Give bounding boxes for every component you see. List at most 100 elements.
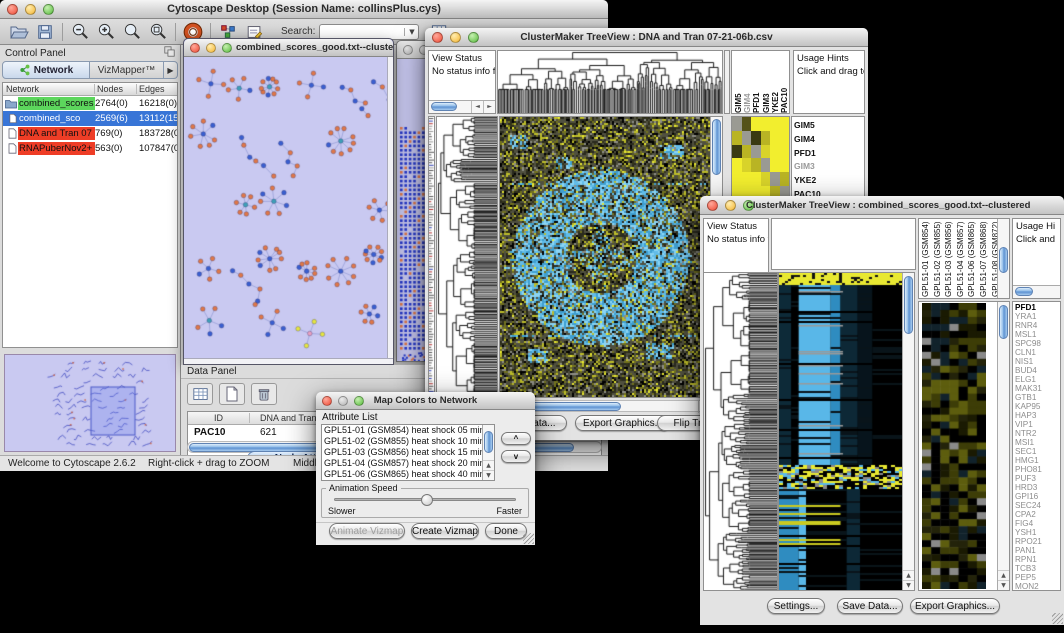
heatmap-cell[interactable] (780, 145, 790, 159)
heatmap-cell[interactable] (742, 117, 752, 131)
zoom-heatmap[interactable] (731, 116, 790, 204)
create-vizmap-button[interactable]: Create Vizmap (411, 523, 479, 539)
zoom-in-icon[interactable] (93, 21, 119, 43)
list-item[interactable]: GPL51-06 (GSM865) heat shock 40 min (322, 469, 494, 480)
close-icon[interactable] (403, 45, 413, 55)
heatmap-cell[interactable] (742, 172, 752, 186)
zoom-selected-icon[interactable] (145, 21, 171, 43)
global-heatmap[interactable]: ▲ ▼ (778, 272, 915, 591)
heatmap-cell[interactable] (742, 131, 752, 145)
tab-network[interactable]: Network (2, 61, 90, 79)
heatmap-cell[interactable] (770, 131, 780, 145)
tab-overflow-arrow[interactable]: ▶ (164, 61, 178, 79)
heatmap-cell[interactable] (761, 117, 771, 131)
list-item[interactable]: GPL51-07 (GSM868) heat shock 60 min (322, 480, 494, 481)
scroll-down-icon[interactable]: ▼ (483, 470, 494, 480)
heatmap-cell[interactable] (770, 158, 780, 172)
heatmap-cell[interactable] (732, 131, 742, 145)
attribute-listbox[interactable]: GPL51-01 (GSM854) heat shock 05 minGPL51… (321, 424, 495, 481)
heatmap-cell[interactable] (780, 158, 790, 172)
heatmap-cell[interactable] (770, 117, 780, 131)
heatmap-cell[interactable] (742, 145, 752, 159)
slider-thumb[interactable] (421, 494, 433, 506)
heatmap-cell[interactable] (751, 131, 761, 145)
column-label-vscrollbar[interactable] (997, 219, 1009, 298)
heatmap-cell[interactable] (780, 172, 790, 186)
heatmap-cell[interactable] (770, 172, 780, 186)
heatmap-cell[interactable] (761, 131, 771, 145)
usage-hints-scrollbar[interactable] (1013, 285, 1060, 298)
table-row[interactable]: RNAPuberNov2+563(0)107847(0) (3, 141, 177, 156)
heatmap-cell[interactable] (732, 158, 742, 172)
column-dendrogram[interactable] (771, 218, 916, 270)
new-attribute-icon[interactable] (219, 383, 245, 405)
row-dendrogram[interactable] (703, 272, 778, 591)
col-header-edges[interactable]: Edges (137, 84, 177, 94)
column-scroll-strip[interactable] (724, 50, 730, 114)
col-header-nodes[interactable]: Nodes (95, 84, 137, 94)
col-header-network[interactable]: Network (3, 84, 95, 94)
tab-vizmapper[interactable]: VizMapper™ (90, 61, 164, 79)
scroll-up-icon[interactable]: ▲ (903, 570, 914, 580)
scroll-right-icon[interactable]: ► (483, 101, 495, 113)
open-file-icon[interactable] (6, 21, 32, 43)
heatmap-vscrollbar[interactable]: ▲ ▼ (902, 273, 914, 590)
scroll-left-icon[interactable]: ◄ (471, 101, 483, 113)
move-down-button[interactable]: v (501, 450, 531, 463)
heatmap-cell[interactable] (761, 158, 771, 172)
heatmap-cell[interactable] (751, 117, 761, 131)
table-row[interactable]: DNA and Tran 07769(0)183728(0) (3, 126, 177, 141)
heatmap-cell[interactable] (761, 172, 771, 186)
heatmap-cell[interactable] (751, 172, 761, 186)
zoom-heatmap-panel[interactable]: ▲ ▼ (918, 301, 1010, 591)
list-item[interactable]: GPL51-04 (GSM857) heat shock 20 min (322, 458, 494, 469)
table-row[interactable]: combined_scores2764(0)16218(0) (3, 96, 177, 111)
heatmap-cell[interactable] (751, 158, 761, 172)
heatmap-cell[interactable] (742, 158, 752, 172)
resize-grip[interactable] (1052, 613, 1063, 624)
zoom-fit-icon[interactable] (119, 21, 145, 43)
heatmap-cell[interactable] (732, 172, 742, 186)
heatmap-cell[interactable] (770, 145, 780, 159)
table-row[interactable]: combined_sco2569(6)13112(15) (3, 111, 177, 126)
save-icon[interactable] (32, 21, 58, 43)
list-item[interactable]: GPL51-01 (GSM854) heat shock 05 min (322, 425, 494, 436)
network-view[interactable] (184, 57, 387, 358)
heatmap-cell[interactable] (732, 117, 742, 131)
main-titlebar[interactable]: Cytoscape Desktop (Session Name: collins… (0, 0, 608, 19)
global-heatmap[interactable]: ▲ ▼ (499, 116, 723, 398)
heatmap-cell[interactable] (780, 131, 790, 145)
move-up-button[interactable]: ^ (501, 432, 531, 445)
save-data-button[interactable]: Save Data... (837, 598, 903, 614)
animation-speed-slider[interactable] (334, 498, 516, 501)
scroll-up-icon[interactable]: ▲ (483, 460, 494, 470)
network-overview[interactable] (4, 354, 176, 452)
zoom-vscrollbar[interactable]: ▲ ▼ (997, 302, 1009, 590)
delete-attribute-icon[interactable] (251, 383, 277, 405)
scroll-down-icon[interactable]: ▼ (998, 580, 1009, 590)
network-vscrollbar[interactable] (387, 57, 393, 358)
scroll-down-icon[interactable]: ▼ (903, 580, 914, 590)
heatmap-cell[interactable] (780, 117, 790, 131)
zoom-out-icon[interactable] (67, 21, 93, 43)
heatmap-cell[interactable] (732, 145, 742, 159)
settings-button[interactable]: Settings... (767, 598, 825, 614)
search-dropdown-icon[interactable]: ▼ (404, 28, 418, 36)
resize-grip[interactable] (523, 533, 534, 544)
done-button[interactable]: Done (485, 523, 527, 539)
float-panel-icon[interactable] (164, 44, 175, 62)
heatmap-cell[interactable] (761, 145, 771, 159)
animate-vizmap-button[interactable]: Animate Vizmap (329, 523, 405, 539)
heatmap-cell[interactable] (751, 145, 761, 159)
list-item[interactable]: GPL51-02 (GSM855) heat shock 10 min (322, 436, 494, 447)
dp-col-id[interactable]: ID (188, 413, 250, 423)
row-dendrogram[interactable] (436, 116, 498, 398)
export-graphics-button[interactable]: Export Graphics... (910, 598, 1000, 614)
attribute-list-vscrollbar[interactable]: ▲ ▼ (482, 425, 494, 480)
list-item[interactable]: GPL51-03 (GSM856) heat shock 15 min (322, 447, 494, 458)
column-dendrogram[interactable] (497, 50, 723, 114)
view-status-scrollbar[interactable]: ◄ ► (429, 100, 495, 113)
network-hscrollbar[interactable] (184, 358, 393, 364)
attribute-table-icon[interactable] (187, 383, 213, 405)
scroll-up-icon[interactable]: ▲ (998, 570, 1009, 580)
